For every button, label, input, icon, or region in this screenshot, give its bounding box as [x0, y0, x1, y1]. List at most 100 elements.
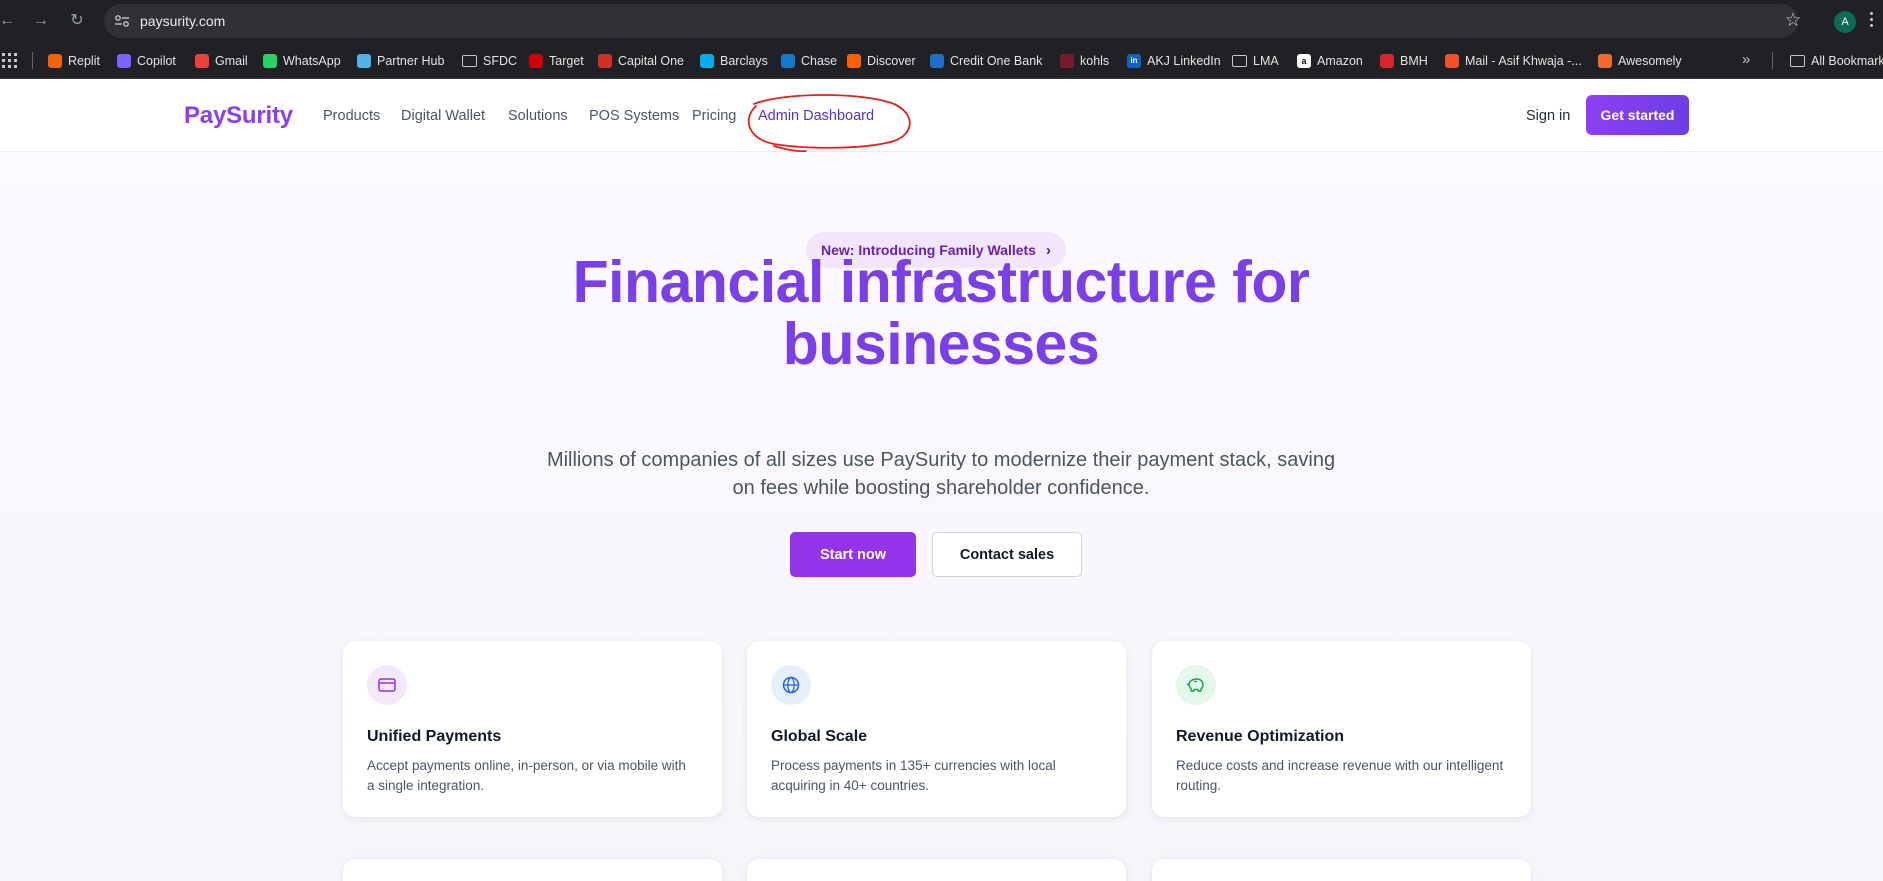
feature-card: Unified Payments Accept payments online,… — [343, 641, 722, 817]
bookmark-chase[interactable]: Chase — [781, 51, 837, 70]
bmh-icon — [1380, 53, 1394, 68]
get-started-button[interactable]: Get started — [1586, 95, 1689, 135]
bookmark-star-icon[interactable]: ☆ — [1782, 10, 1804, 32]
bookmark-label: SFDC — [483, 53, 518, 68]
awesomely-icon — [1598, 53, 1612, 68]
bookmark-sfdc[interactable]: SFDC — [462, 51, 517, 70]
bookmark-copilot[interactable]: Copilot — [117, 51, 176, 70]
bookmark-mail-asif-khwaja[interactable]: Mail - Asif Khwaja -... — [1445, 51, 1582, 70]
contact-sales-button[interactable]: Contact sales — [932, 532, 1082, 577]
bookmark-label: BMH — [1400, 53, 1428, 68]
bookmark-bmh[interactable]: BMH — [1380, 51, 1428, 70]
feature-description: Process payments in 135+ currencies with… — [771, 758, 1056, 793]
bookmark-label: Capital One — [618, 53, 685, 68]
bookmark-label: WhatsApp — [283, 53, 341, 68]
gmail-icon — [195, 53, 209, 68]
nav-digital-wallet[interactable]: Digital Wallet — [401, 108, 485, 124]
all-bookmarks-label: All Bookmarks — [1811, 53, 1883, 68]
profile-avatar[interactable]: A — [1834, 11, 1856, 33]
browser-toolbar: ← → ↻ paysurity.com ☆ A — [0, 0, 1883, 42]
bookmark-label: Partner Hub — [377, 53, 445, 68]
feature-card-partial — [1152, 859, 1531, 881]
folder-icon — [1232, 54, 1247, 67]
bookmark-label: AKJ LinkedIn — [1147, 53, 1221, 68]
bookmark-discover[interactable]: Discover — [847, 51, 916, 70]
kohls-icon — [1060, 53, 1074, 68]
nav-solutions[interactable]: Solutions — [508, 108, 568, 124]
barclays-icon — [700, 53, 714, 68]
bookmark-label: Chase — [801, 53, 838, 68]
feature-card: Revenue Optimization Reduce costs and in… — [1152, 641, 1531, 817]
feature-description: Accept payments online, in-person, or vi… — [367, 758, 686, 793]
apps-grid-icon[interactable] — [2, 53, 17, 68]
feature-description: Reduce costs and increase revenue with o… — [1176, 758, 1504, 793]
bookmark-akj-linkedin[interactable]: in AKJ LinkedIn — [1127, 51, 1221, 70]
start-now-button[interactable]: Start now — [790, 532, 916, 577]
feature-title: Global Scale — [771, 728, 868, 745]
partner-hub-icon — [357, 53, 371, 68]
bookmarks-divider — [32, 52, 33, 69]
globe-icon — [771, 665, 811, 705]
nav-products[interactable]: Products — [323, 108, 380, 124]
bookmark-label: Copilot — [137, 53, 176, 68]
feature-title: Unified Payments — [367, 728, 502, 745]
bookmark-credit-one-bank[interactable]: Credit One Bank — [930, 51, 1042, 70]
bookmark-label: Gmail — [215, 53, 248, 68]
nav-pricing[interactable]: Pricing — [692, 108, 736, 124]
bookmark-gmail[interactable]: Gmail — [195, 51, 248, 70]
feature-card-partial — [343, 859, 722, 881]
nav-pos-systems[interactable]: POS Systems — [589, 108, 679, 124]
more-bookmarks-icon[interactable]: » — [1742, 51, 1750, 68]
page-content: PaySurity Products Digital Wallet Soluti… — [0, 79, 1883, 881]
credit-one-icon — [930, 53, 944, 68]
bookmark-label: Replit — [68, 53, 100, 68]
feature-card-partial — [747, 859, 1126, 881]
bookmark-awesomely[interactable]: Awesomely — [1598, 51, 1682, 70]
forward-icon[interactable]: → — [31, 11, 51, 31]
credit-card-icon — [367, 665, 407, 705]
copilot-icon — [117, 53, 131, 68]
target-icon — [529, 53, 543, 68]
bookmark-barclays[interactable]: Barclays — [700, 51, 768, 70]
reload-icon[interactable]: ↻ — [67, 11, 87, 31]
amazon-icon: a — [1297, 53, 1311, 68]
chase-icon — [781, 53, 795, 68]
hero-title-line-2: businesses — [782, 311, 1100, 377]
back-icon[interactable]: ← — [0, 11, 17, 31]
bookmark-label: Awesomely — [1618, 53, 1682, 68]
bookmarks-bar: Replit Copilot Gmail WhatsApp Partner Hub SFD… — [0, 42, 1883, 79]
bookmarks-divider — [1772, 52, 1773, 69]
paysurity-logo[interactable]: PaySurity — [184, 102, 293, 130]
bookmark-capital-one[interactable]: Capital One — [598, 51, 684, 70]
all-bookmarks-button[interactable]: All Bookmarks — [1790, 51, 1883, 70]
hero-subtitle: Millions of companies of all sizes use P… — [546, 449, 1336, 499]
site-settings-icon[interactable] — [114, 13, 130, 29]
address-bar[interactable]: paysurity.com — [104, 4, 1798, 38]
bookmark-kohls[interactable]: kohls — [1060, 51, 1109, 70]
bookmark-label: Barclays — [720, 53, 768, 68]
linkedin-icon: in — [1127, 53, 1141, 68]
bookmark-partner-hub[interactable]: Partner Hub — [357, 51, 444, 70]
feature-title: Revenue Optimization — [1176, 728, 1345, 745]
bookmark-target[interactable]: Target — [529, 51, 584, 70]
whatsapp-icon — [263, 53, 277, 68]
browser-menu-icon[interactable] — [1866, 12, 1876, 30]
folder-icon — [1790, 54, 1805, 67]
bookmark-label: Discover — [867, 53, 916, 68]
bookmark-label: Mail - Asif Khwaja -... — [1465, 53, 1582, 68]
site-header: PaySurity Products Digital Wallet Soluti… — [0, 79, 1883, 152]
nav-admin-dashboard[interactable]: Admin Dashboard — [758, 108, 874, 124]
url-text[interactable]: paysurity.com — [140, 13, 225, 29]
bookmark-label: Amazon — [1317, 53, 1363, 68]
discover-icon — [847, 53, 861, 68]
feature-card: Global Scale Process payments in 135+ cu… — [747, 641, 1126, 817]
bookmark-lma[interactable]: LMA — [1232, 51, 1279, 70]
bookmark-replit[interactable]: Replit — [48, 51, 100, 70]
bookmark-amazon[interactable]: a Amazon — [1297, 51, 1363, 70]
hero-title-line-1: Financial infrastructure for — [572, 249, 1310, 315]
bookmark-whatsapp[interactable]: WhatsApp — [263, 51, 341, 70]
bookmark-label: LMA — [1253, 53, 1279, 68]
folder-icon — [462, 54, 477, 67]
hero-title: Financial infrastructure for businesses — [441, 251, 1441, 375]
sign-in-link[interactable]: Sign in — [1526, 108, 1570, 124]
